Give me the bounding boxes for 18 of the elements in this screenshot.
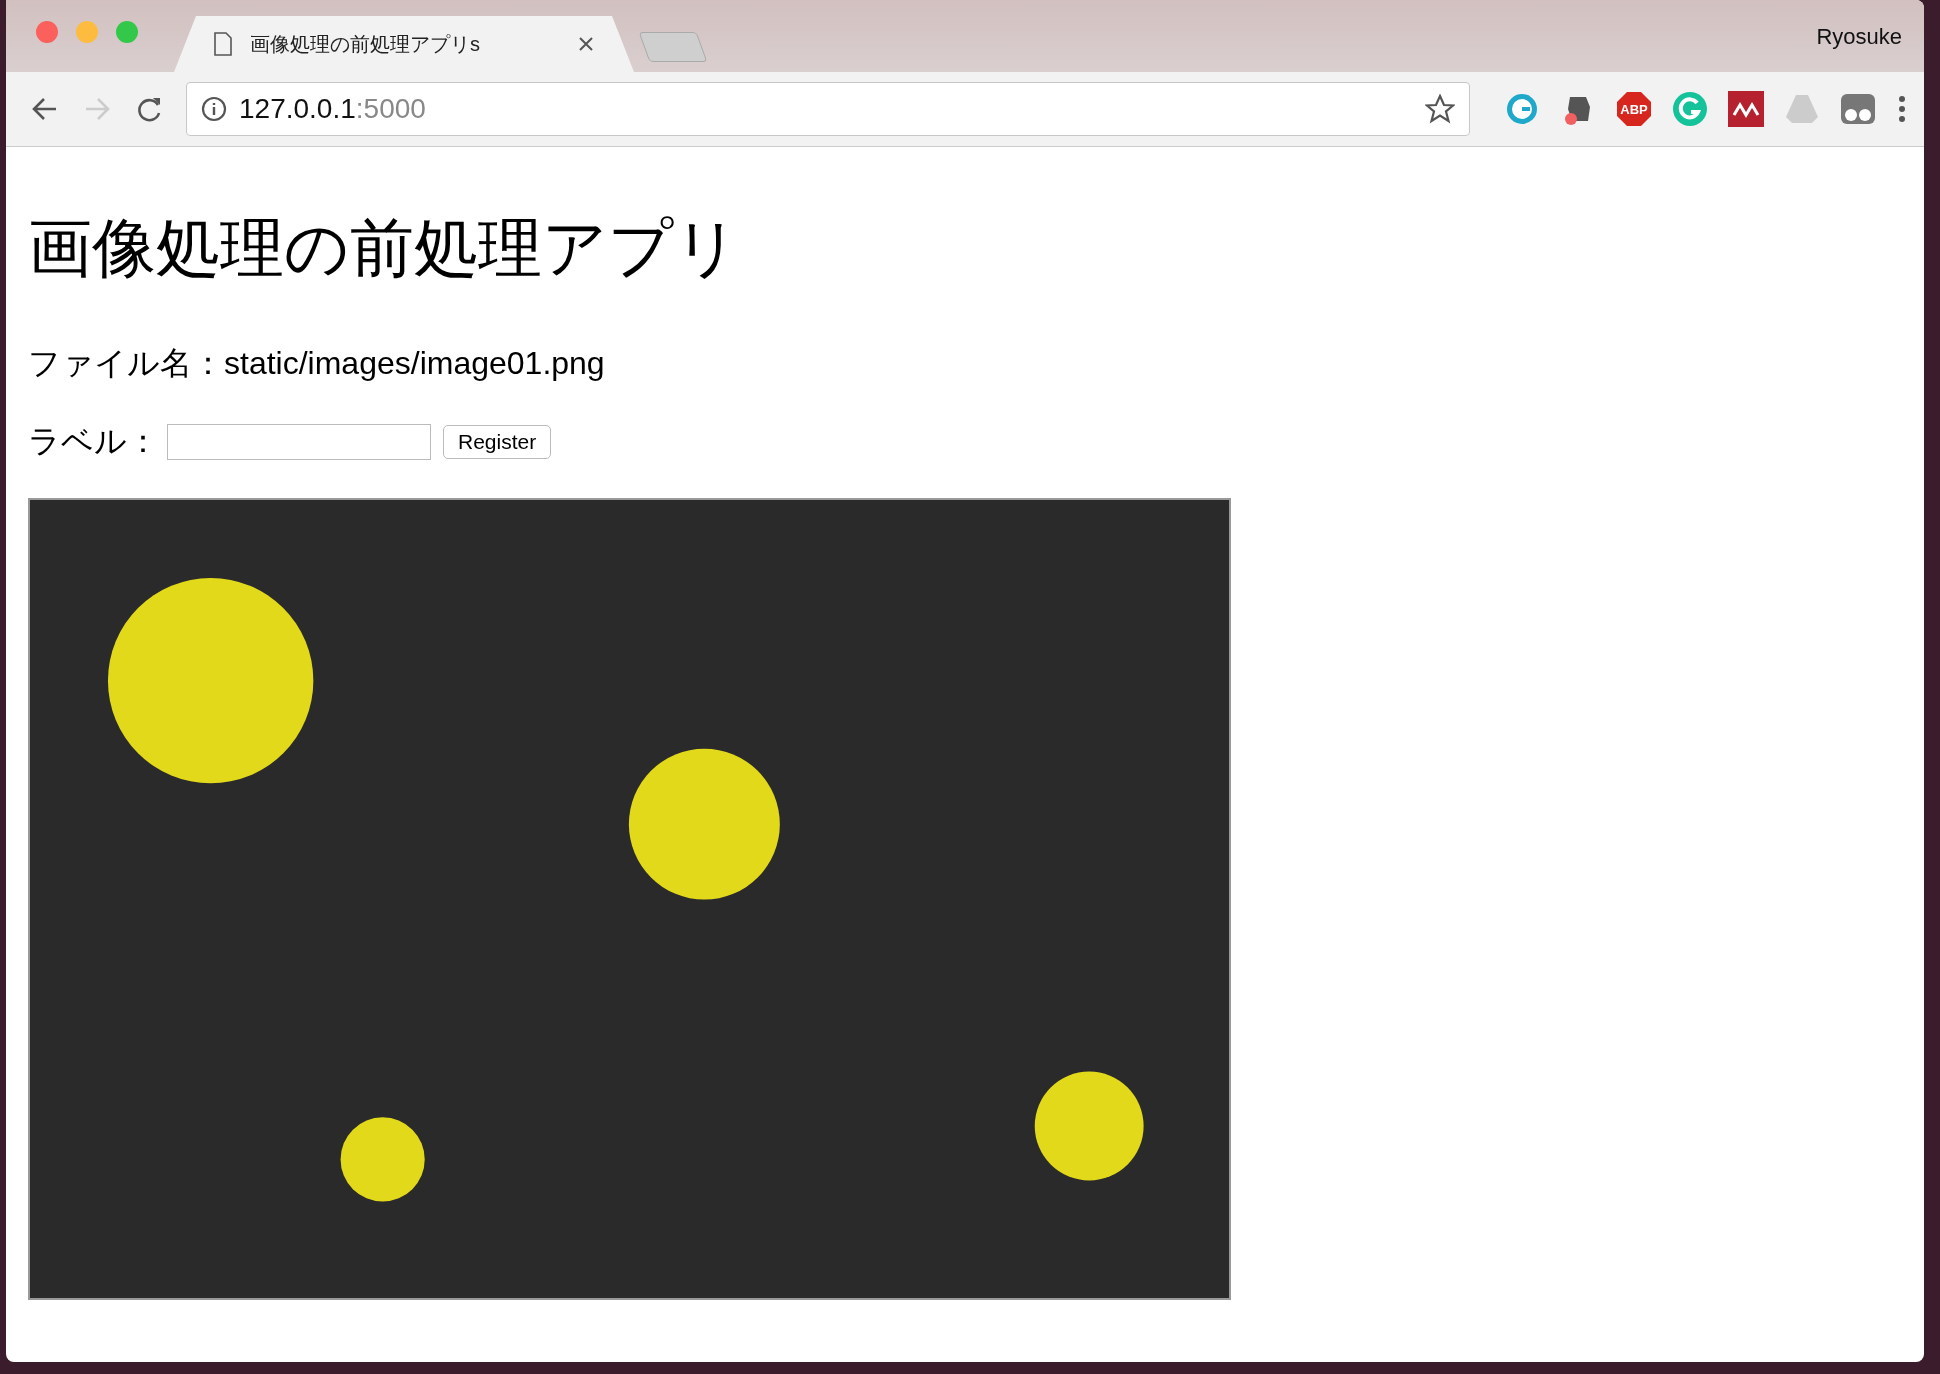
address-bar[interactable]: 127.0.0.1:5000 — [186, 82, 1470, 136]
browser-tab[interactable]: 画像処理の前処理アプリs — [174, 16, 634, 72]
label-input[interactable] — [167, 424, 431, 460]
page-heading: 画像処理の前処理アプリ — [28, 211, 741, 286]
star-icon[interactable] — [1425, 94, 1455, 124]
profile-name[interactable]: Ryosuke — [1816, 24, 1902, 50]
url-host: 127.0.0.1 — [239, 93, 356, 125]
url-port: :5000 — [355, 93, 426, 125]
tab-title: 画像処理の前処理アプリs — [250, 31, 481, 57]
menu-icon[interactable] — [1896, 94, 1908, 124]
register-button[interactable]: Register — [443, 425, 552, 459]
glasses-icon[interactable] — [1840, 91, 1876, 127]
page-icon — [214, 32, 232, 56]
stop-sign-icon[interactable]: ABP — [1616, 91, 1652, 127]
label-text: ラベル： — [28, 422, 159, 461]
close-icon[interactable] — [578, 36, 594, 52]
file-name-text: ファイル名：static/images/image01.png — [28, 344, 606, 383]
info-icon[interactable] — [201, 96, 227, 122]
